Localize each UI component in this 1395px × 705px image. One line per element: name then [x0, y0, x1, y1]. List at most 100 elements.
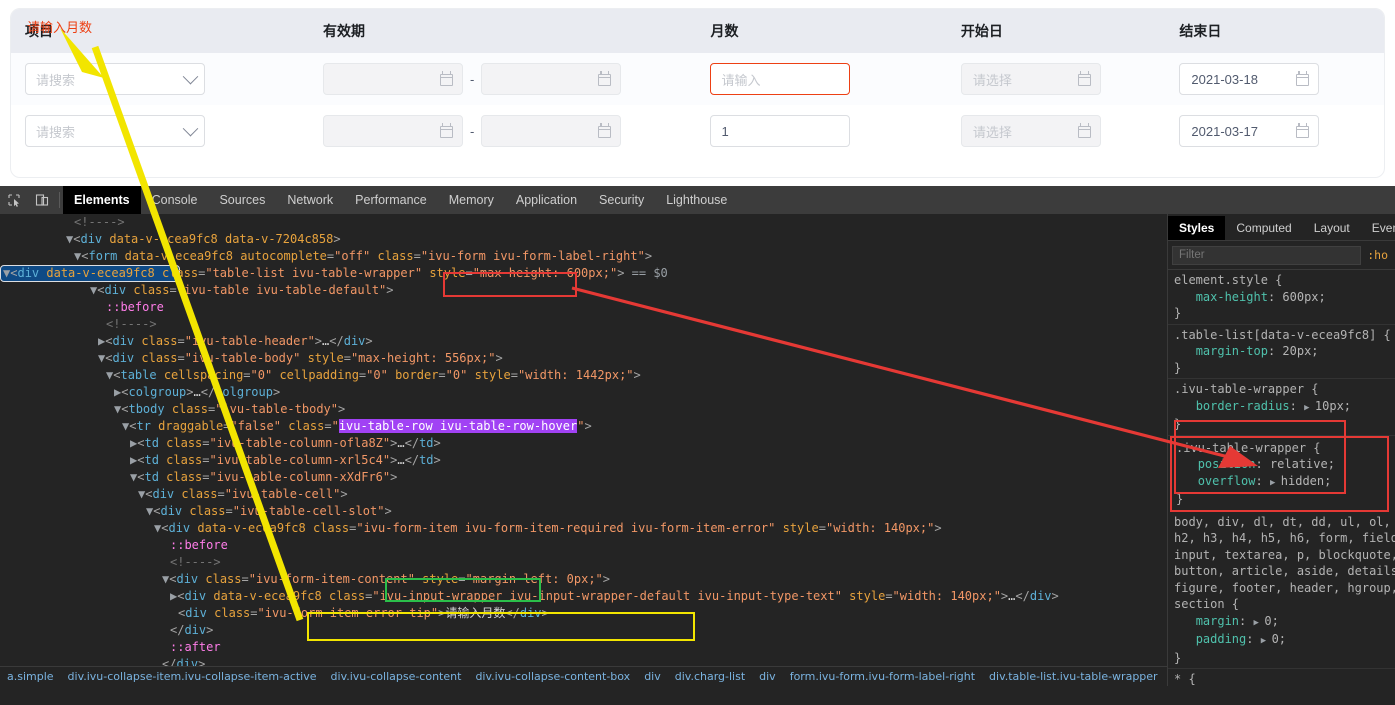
css-value[interactable]: 10px;: [1315, 399, 1351, 413]
css-selector[interactable]: .table-list[data-v-ecea9fc8] {: [1174, 328, 1391, 342]
dom-node[interactable]: ▼<tr draggable="false" class="ivu-table-…: [0, 418, 1167, 435]
tab-console[interactable]: Console: [141, 186, 209, 214]
css-rule[interactable]: .ivu-table-wrapper { position: relative;…: [1170, 435, 1389, 512]
tab-network[interactable]: Network: [276, 186, 344, 214]
css-selector[interactable]: * {: [1174, 672, 1196, 686]
start-date-input[interactable]: 请选择: [960, 115, 1101, 147]
breadcrumb-item[interactable]: div: [752, 670, 783, 683]
dom-node-selected[interactable]: ▼ < div data-v-ecea9fc8 class = "table-list …: [0, 265, 668, 282]
tab-elements[interactable]: Elements: [63, 186, 141, 214]
css-value[interactable]: 0;: [1272, 632, 1286, 646]
validity-to-input[interactable]: [481, 115, 622, 147]
css-property[interactable]: overflow: [1198, 474, 1256, 488]
dom-node[interactable]: </div>: [0, 622, 1167, 639]
dom-node[interactable]: ▼<form data-v-ecea9fc8 autocomplete="off…: [0, 248, 1167, 265]
css-rule[interactable]: element.style { max-height: 600px;}: [1168, 270, 1395, 325]
cell-start-date: 请选择: [947, 115, 1166, 147]
device-toolbar-icon[interactable]: [28, 187, 56, 213]
tab-styles[interactable]: Styles: [1168, 216, 1226, 240]
css-property[interactable]: max-height: [1196, 290, 1268, 304]
expand-triangle-icon[interactable]: ▼: [3, 265, 10, 282]
css-rule[interactable]: .ivu-table-wrapper { border-radius: ▶ 10…: [1168, 379, 1395, 436]
css-value[interactable]: hidden;: [1281, 474, 1332, 488]
end-date-input[interactable]: 2021-03-18: [1179, 63, 1320, 95]
css-property[interactable]: margin-top: [1196, 344, 1268, 358]
months-input[interactable]: 请输入: [710, 63, 851, 95]
dom-node[interactable]: ▶<div data-v-ecea9fc8 class="ivu-input-w…: [0, 588, 1167, 605]
dom-node[interactable]: ▼<div data-v-ecea9fc8 data-v-7204c858>: [0, 231, 1167, 248]
project-select[interactable]: 请搜索: [25, 63, 205, 95]
dom-node[interactable]: ▼<tbody class="ivu-table-tbody">: [0, 401, 1167, 418]
css-property[interactable]: margin: [1196, 614, 1239, 628]
end-date-input[interactable]: 2021-03-17: [1179, 115, 1320, 147]
css-rule[interactable]: .table-list[data-v-ecea9fc8] { margin-to…: [1168, 325, 1395, 379]
breadcrumb-item[interactable]: div.ivu-collapse-content-box: [468, 670, 637, 683]
breadcrumb-item[interactable]: div.charg-list: [668, 670, 752, 683]
dom-node[interactable]: ▼<div class="ivu-table-cell-slot">: [0, 503, 1167, 520]
tab-security[interactable]: Security: [588, 186, 655, 214]
table-row: 请搜索 - 请输入 请选择 2021-03-18: [11, 53, 1384, 105]
css-value[interactable]: 20px;: [1282, 344, 1318, 358]
validity-from-input[interactable]: [323, 63, 464, 95]
dom-node[interactable]: ▼<table cellspacing="0" cellpadding="0" …: [0, 367, 1167, 384]
dom-node[interactable]: <div class="ivu-form-item-error-tip">请输入…: [0, 605, 1167, 622]
dom-node[interactable]: ::after: [0, 639, 1167, 656]
tab-performance[interactable]: Performance: [344, 186, 438, 214]
css-value[interactable]: 0;: [1264, 614, 1278, 628]
devtools-toolbar: Elements Console Sources Network Perform…: [0, 186, 1395, 215]
dom-node[interactable]: ::before: [0, 299, 1167, 316]
dom-node[interactable]: ::before: [0, 537, 1167, 554]
dom-tree[interactable]: <!----> ▼<div data-v-ecea9fc8 data-v-7204…: [0, 214, 1167, 686]
force-state-toggle[interactable]: :ho: [1361, 248, 1391, 262]
css-property[interactable]: border-radius: [1196, 399, 1290, 413]
css-selector[interactable]: .ivu-table-wrapper {: [1176, 441, 1321, 455]
breadcrumb-item[interactable]: div.ivu-collapse-item.ivu-collapse-item-…: [61, 670, 324, 683]
devtools-panel: Elements Console Sources Network Perform…: [0, 186, 1395, 705]
css-selector[interactable]: body, div, dl, dt, dd, ul, ol, li,h2, h3…: [1174, 515, 1395, 612]
months-input[interactable]: 1: [710, 115, 851, 147]
css-property[interactable]: position: [1198, 457, 1256, 471]
css-selector[interactable]: element.style {: [1174, 273, 1282, 287]
dom-node[interactable]: ▼<div class="ivu-table-cell">: [0, 486, 1167, 503]
css-property[interactable]: padding: [1196, 632, 1247, 646]
cell-end-date: 2021-03-17: [1165, 115, 1384, 147]
chevron-down-icon: [182, 68, 199, 84]
tab-sources[interactable]: Sources: [208, 186, 276, 214]
cell-start-date: 请选择: [947, 63, 1166, 95]
dom-node[interactable]: ▼<div class="ivu-table ivu-table-default…: [0, 282, 1167, 299]
styles-filter-input[interactable]: [1172, 245, 1362, 265]
inspect-element-icon[interactable]: [0, 187, 28, 213]
dom-node[interactable]: <!---->: [0, 214, 1167, 231]
dom-node[interactable]: <!---->: [0, 316, 1167, 333]
breadcrumb-item[interactable]: a.simple: [0, 670, 61, 683]
css-value[interactable]: relative;: [1270, 457, 1335, 471]
dom-node[interactable]: ▶<div class="ivu-table-header">…</div>: [0, 333, 1167, 350]
calendar-icon: [440, 70, 454, 86]
validity-to-input[interactable]: [481, 63, 622, 95]
breadcrumb-item[interactable]: div.ivu-collapse-content: [324, 670, 469, 683]
dom-node[interactable]: ▶<td class="ivu-table-column-xrl5c4">…</…: [0, 452, 1167, 469]
dom-node[interactable]: ▼<div class="ivu-table-body" style="max-…: [0, 350, 1167, 367]
dom-node[interactable]: ▼<div class="ivu-form-item-content" styl…: [0, 571, 1167, 588]
breadcrumb-item[interactable]: form.ivu-form.ivu-form-label-right: [783, 670, 982, 683]
css-rule[interactable]: body, div, dl, dt, dd, ul, ol, li,h2, h3…: [1168, 512, 1395, 669]
tab-application[interactable]: Application: [505, 186, 588, 214]
css-selector[interactable]: .ivu-table-wrapper {: [1174, 382, 1319, 396]
css-rule[interactable]: * { -webkit-box-sizing: border-box; box-…: [1168, 669, 1395, 686]
tab-computed[interactable]: Computed: [1225, 216, 1302, 240]
tab-memory[interactable]: Memory: [438, 186, 505, 214]
tab-event-listeners[interactable]: Event: [1361, 216, 1395, 240]
start-date-input[interactable]: 请选择: [960, 63, 1101, 95]
dom-node[interactable]: <!---->: [0, 554, 1167, 571]
validity-from-input[interactable]: [323, 115, 464, 147]
dom-node[interactable]: ▶<td class="ivu-table-column-ofla8Z">…</…: [0, 435, 1167, 452]
dom-node[interactable]: ▶<colgroup>…</colgroup>: [0, 384, 1167, 401]
breadcrumb-item[interactable]: div.table-list.ivu-table-wrapper: [982, 670, 1165, 683]
dom-node[interactable]: ▼<div data-v-ecea9fc8 class="ivu-form-it…: [0, 520, 1167, 537]
project-select[interactable]: 请搜索: [25, 115, 205, 147]
tab-lighthouse[interactable]: Lighthouse: [655, 186, 738, 214]
css-value[interactable]: 600px;: [1282, 290, 1325, 304]
tab-layout[interactable]: Layout: [1303, 216, 1361, 240]
breadcrumb-item[interactable]: div: [637, 670, 668, 683]
dom-node[interactable]: ▼<td class="ivu-table-column-xXdFr6">: [0, 469, 1167, 486]
